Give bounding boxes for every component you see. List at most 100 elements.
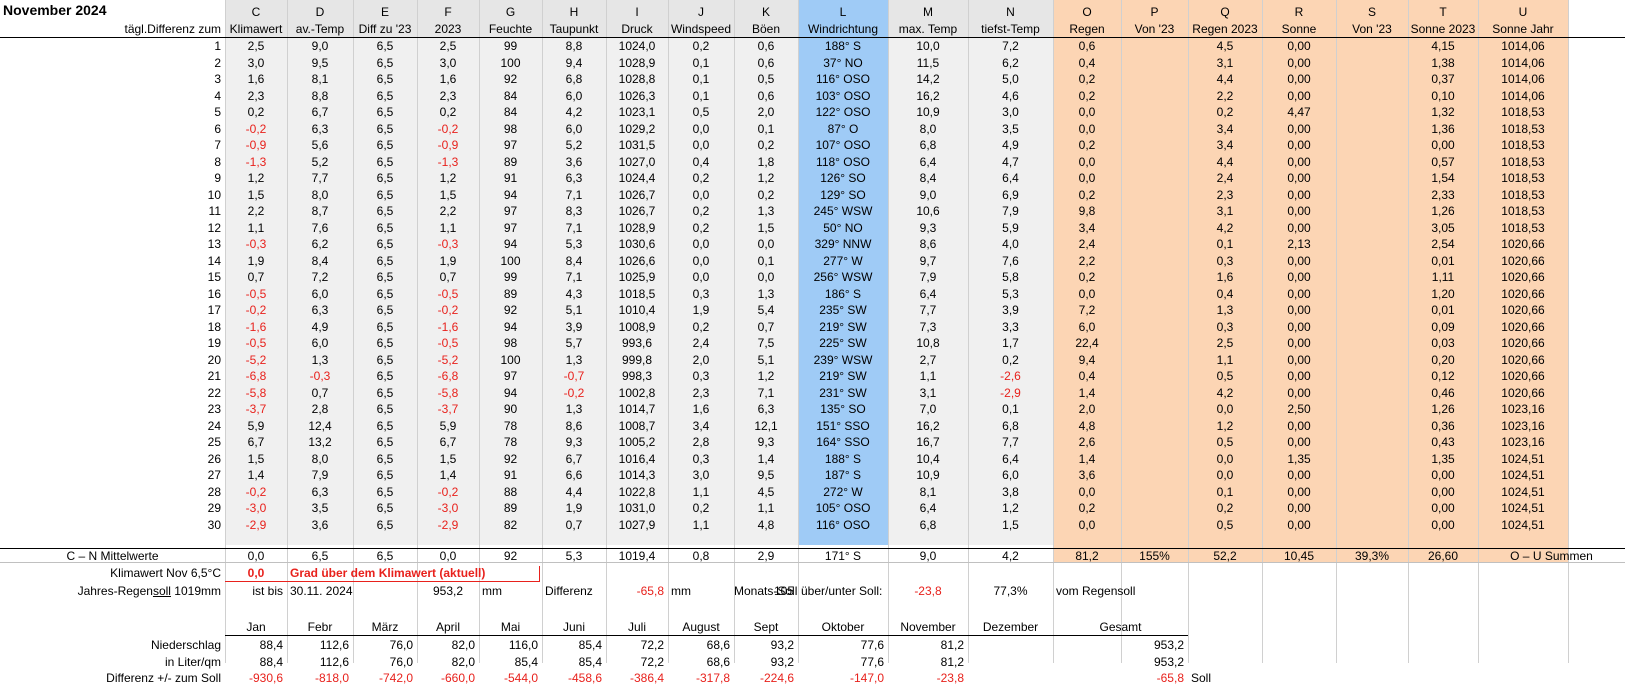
data-cell[interactable]: 0,0 (1188, 467, 1262, 484)
row-day-number[interactable]: 5 (0, 104, 225, 121)
data-cell[interactable]: 116° OSO (798, 517, 888, 534)
data-cell[interactable]: 1014,06 (1478, 38, 1568, 55)
data-cell[interactable]: 6,5 (353, 319, 417, 336)
data-cell[interactable]: 0,0 (1053, 154, 1121, 171)
data-cell[interactable]: 2,2 (417, 203, 479, 220)
data-cell[interactable]: 1024,51 (1478, 500, 1568, 517)
data-cell[interactable]: 1,7 (968, 335, 1053, 352)
data-cell[interactable]: 1,4 (1053, 451, 1121, 468)
data-cell[interactable]: 1025,9 (606, 269, 668, 286)
data-cell[interactable]: 2,5 (417, 38, 479, 55)
data-cell[interactable]: 0,2 (1053, 500, 1121, 517)
data-cell[interactable]: -2,9 (417, 517, 479, 534)
data-cell[interactable]: 256° WSW (798, 269, 888, 286)
data-cell[interactable]: 0,00 (1262, 467, 1336, 484)
data-cell[interactable]: 1,54 (1408, 170, 1478, 187)
month-value[interactable]: -660,0 (417, 670, 479, 687)
data-cell[interactable]: -0,9 (225, 137, 287, 154)
data-cell[interactable]: 329° NNW (798, 236, 888, 253)
month-value[interactable] (968, 637, 1053, 654)
data-cell[interactable] (1121, 154, 1188, 171)
page-title[interactable]: November 2024 (0, 2, 225, 19)
data-cell[interactable]: 0,0 (668, 269, 734, 286)
data-cell[interactable]: 78 (479, 434, 542, 451)
data-cell[interactable]: 7,2 (968, 38, 1053, 55)
data-cell[interactable]: 0,2 (668, 38, 734, 55)
data-cell[interactable]: 0,00 (1262, 286, 1336, 303)
data-cell[interactable]: 6,8 (542, 71, 606, 88)
month-header[interactable]: April (417, 619, 479, 636)
summary-cell[interactable]: 155% (1121, 548, 1188, 565)
column-header[interactable]: Klimawert (225, 21, 287, 38)
column-header[interactable]: 2023 (417, 21, 479, 38)
data-cell[interactable]: 1024,0 (606, 38, 668, 55)
column-header[interactable]: Regen 2023 (1188, 21, 1262, 38)
data-cell[interactable]: 22,4 (1053, 335, 1121, 352)
data-cell[interactable]: 3,8 (968, 484, 1053, 501)
data-cell[interactable] (1121, 484, 1188, 501)
data-cell[interactable]: 0,2 (734, 137, 798, 154)
data-cell[interactable]: 87° O (798, 121, 888, 138)
month-value[interactable]: 93,2 (734, 654, 798, 671)
data-cell[interactable]: 4,0 (968, 236, 1053, 253)
summary-cell[interactable]: 171° S (798, 548, 888, 565)
data-cell[interactable]: 2,3 (1188, 187, 1262, 204)
data-cell[interactable]: 0,00 (1262, 88, 1336, 105)
data-cell[interactable]: 92 (479, 451, 542, 468)
month-value[interactable]: 85,4 (542, 637, 606, 654)
data-cell[interactable]: 0,2 (668, 170, 734, 187)
data-cell[interactable]: 8,8 (542, 38, 606, 55)
row-day-number[interactable]: 10 (0, 187, 225, 204)
data-cell[interactable]: -0,5 (225, 286, 287, 303)
month-value[interactable]: 82,0 (417, 654, 479, 671)
month-value[interactable]: -23,8 (888, 670, 968, 687)
data-cell[interactable]: 6,4 (888, 286, 968, 303)
row-day-number[interactable]: 6 (0, 121, 225, 138)
row-label-header[interactable]: tägl.Differenz zum (0, 21, 225, 38)
column-letter[interactable]: F (417, 4, 479, 21)
data-cell[interactable]: 0,00 (1408, 500, 1478, 517)
data-cell[interactable]: 16,2 (888, 418, 968, 435)
data-cell[interactable]: 3,4 (1188, 121, 1262, 138)
data-cell[interactable]: 0,12 (1408, 368, 1478, 385)
data-cell[interactable]: 0,7 (542, 517, 606, 534)
data-cell[interactable] (1121, 88, 1188, 105)
data-cell[interactable]: 1,2 (1188, 418, 1262, 435)
data-cell[interactable]: 1020,66 (1478, 269, 1568, 286)
data-cell[interactable] (1121, 368, 1188, 385)
data-cell[interactable]: 219° SW (798, 319, 888, 336)
data-cell[interactable]: 6,4 (968, 170, 1053, 187)
data-cell[interactable]: 5,3 (542, 236, 606, 253)
row-day-number[interactable]: 17 (0, 302, 225, 319)
summary-cell[interactable]: 52,2 (1188, 548, 1262, 565)
data-cell[interactable] (1336, 286, 1408, 303)
data-cell[interactable]: 1,3 (734, 286, 798, 303)
summary-cell[interactable]: 0,8 (668, 548, 734, 565)
data-cell[interactable]: 0,00 (1262, 385, 1336, 402)
data-cell[interactable]: 7,1 (542, 187, 606, 204)
data-cell[interactable]: 1,35 (1262, 451, 1336, 468)
data-cell[interactable]: 3,4 (1053, 220, 1121, 237)
data-cell[interactable]: 1029,2 (606, 121, 668, 138)
summary-cell[interactable]: 39,3% (1336, 548, 1408, 565)
data-cell[interactable] (1121, 71, 1188, 88)
data-cell[interactable]: 6,8 (888, 137, 968, 154)
data-cell[interactable]: 1,4 (417, 467, 479, 484)
data-cell[interactable]: 0,4 (1188, 286, 1262, 303)
column-letter[interactable]: C (225, 4, 287, 21)
data-cell[interactable]: 98 (479, 335, 542, 352)
data-cell[interactable]: 2,8 (668, 434, 734, 451)
data-cell[interactable]: 0,0 (1053, 104, 1121, 121)
column-letter[interactable]: H (542, 4, 606, 21)
vom-regensoll-label[interactable]: vom Regensoll (1053, 583, 1188, 600)
data-cell[interactable]: 5,9 (225, 418, 287, 435)
data-cell[interactable]: 6,5 (353, 352, 417, 369)
data-cell[interactable]: 4,9 (287, 319, 353, 336)
data-cell[interactable]: -0,7 (542, 368, 606, 385)
soll-label[interactable]: Soll (1188, 670, 1262, 687)
month-header[interactable]: August (668, 619, 734, 636)
data-cell[interactable]: 1020,66 (1478, 319, 1568, 336)
data-cell[interactable] (1121, 220, 1188, 237)
data-cell[interactable]: 89 (479, 500, 542, 517)
data-cell[interactable]: 8,4 (888, 170, 968, 187)
